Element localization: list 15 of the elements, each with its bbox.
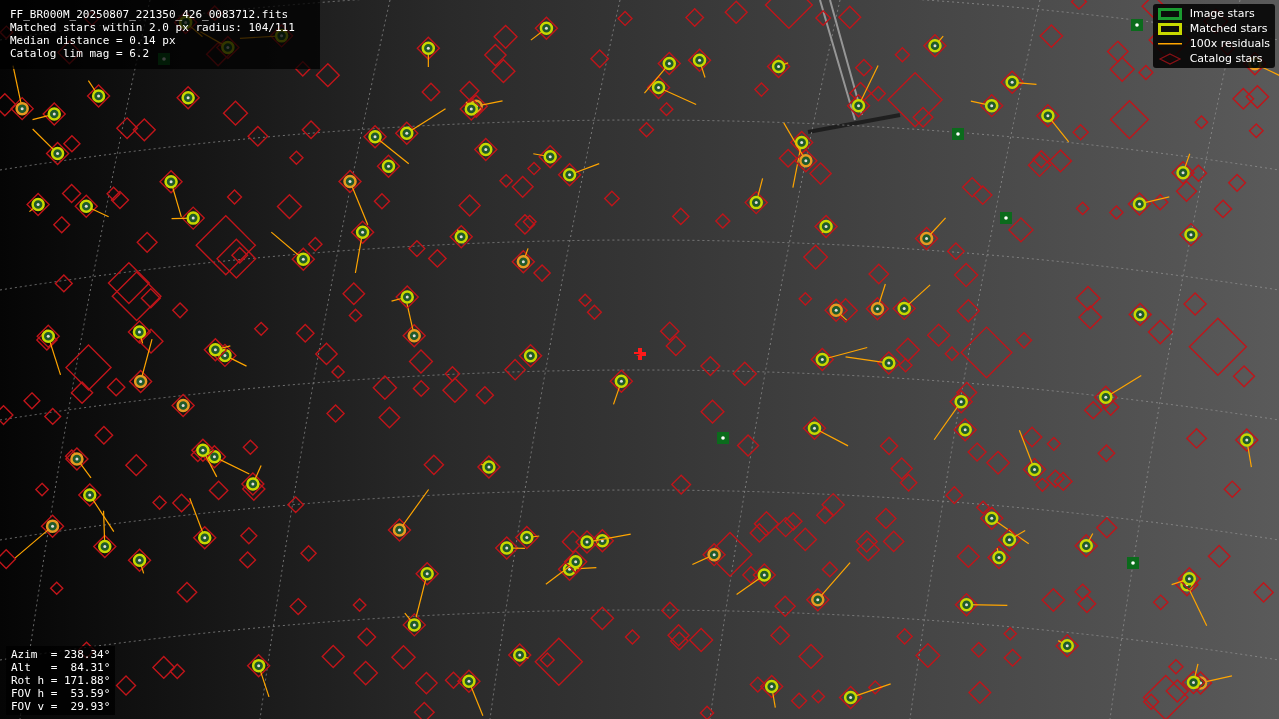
legend-label: 100x residuals	[1189, 37, 1270, 50]
residual-line-icon	[1157, 41, 1182, 46]
legend-label: Catalog stars	[1189, 52, 1263, 65]
info-line: FF_BR000M_20250807_221350_426_0083712.fits	[10, 8, 290, 21]
pointing-line: FOV v = 29.93°	[11, 700, 111, 713]
legend-label: Matched stars	[1189, 22, 1268, 35]
legend-label: Image stars	[1189, 7, 1255, 20]
pointing-line: Alt = 84.31°	[11, 661, 111, 674]
info-line: Catalog lim mag = 6.2	[10, 47, 151, 60]
pointing-line: FOV h = 53.59°	[11, 687, 111, 700]
pointing-line: Azim = 238.34°	[11, 648, 111, 661]
info-line: Matched stars within 2.0 px radius: 104/111	[10, 21, 296, 34]
pointing-line: Rot h = 171.88°	[11, 674, 111, 687]
diamond-icon	[1157, 52, 1182, 65]
info-line: Median distance = 0.14 px	[10, 34, 177, 47]
